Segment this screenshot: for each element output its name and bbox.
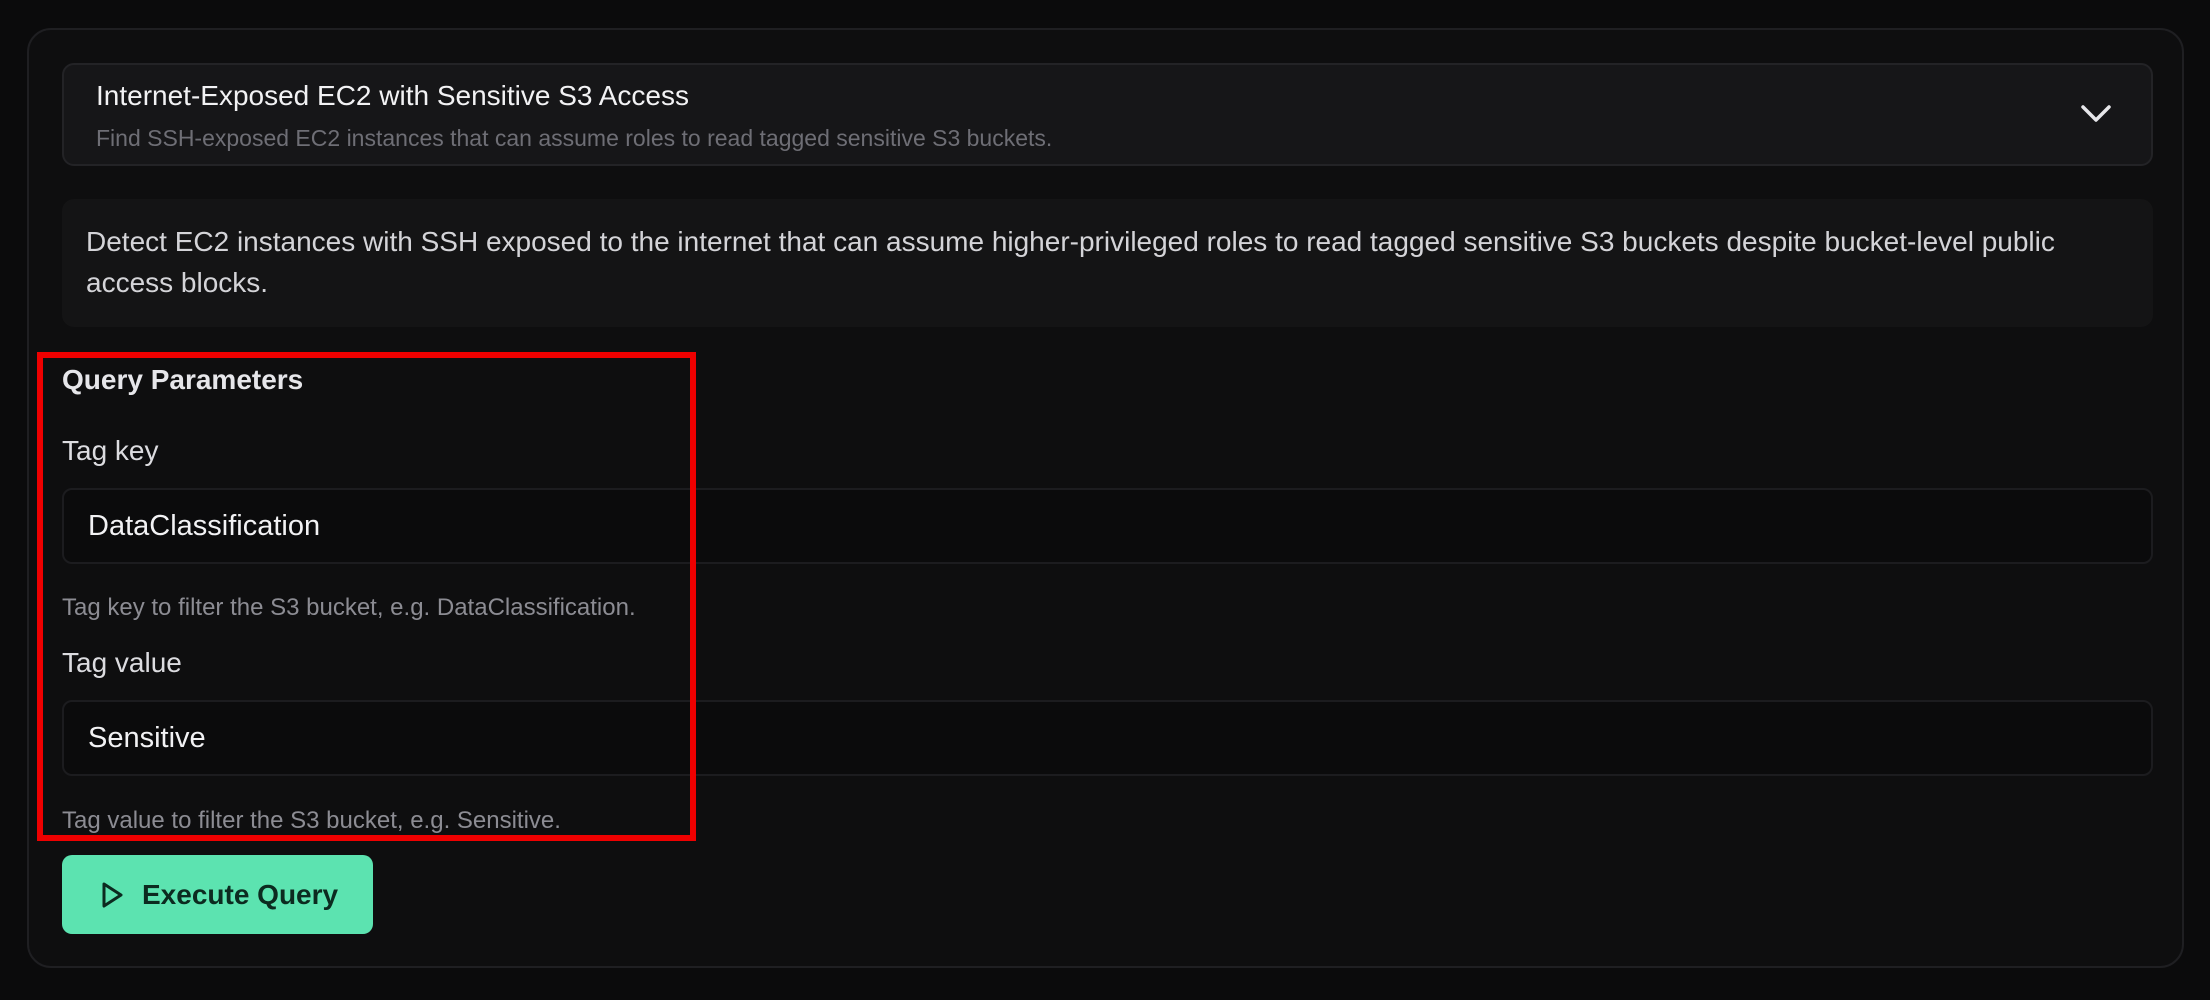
execute-query-button[interactable]: Execute Query	[62, 855, 373, 934]
tag-value-label: Tag value	[62, 647, 182, 678]
tag-key-label: Tag key	[62, 435, 159, 466]
execute-query-label: Execute Query	[142, 878, 339, 910]
query-selector-dropdown[interactable]: Internet-Exposed EC2 with Sensitive S3 A…	[62, 63, 2153, 166]
query-description: Detect EC2 instances with SSH exposed to…	[62, 199, 2153, 327]
tag-value-input[interactable]	[62, 700, 2153, 776]
play-icon	[102, 882, 123, 907]
query-card: Internet-Exposed EC2 with Sensitive S3 A…	[27, 28, 2184, 968]
tag-key-input[interactable]	[62, 488, 2153, 564]
query-title: Internet-Exposed EC2 with Sensitive S3 A…	[96, 80, 689, 111]
query-parameters-heading: Query Parameters	[62, 364, 304, 395]
tag-key-hint: Tag key to filter the S3 bucket, e.g. Da…	[62, 594, 636, 621]
chevron-down-icon[interactable]	[2079, 101, 2113, 125]
tag-value-hint: Tag value to filter the S3 bucket, e.g. …	[62, 807, 561, 834]
query-subtitle: Find SSH-exposed EC2 instances that can …	[96, 125, 1053, 151]
